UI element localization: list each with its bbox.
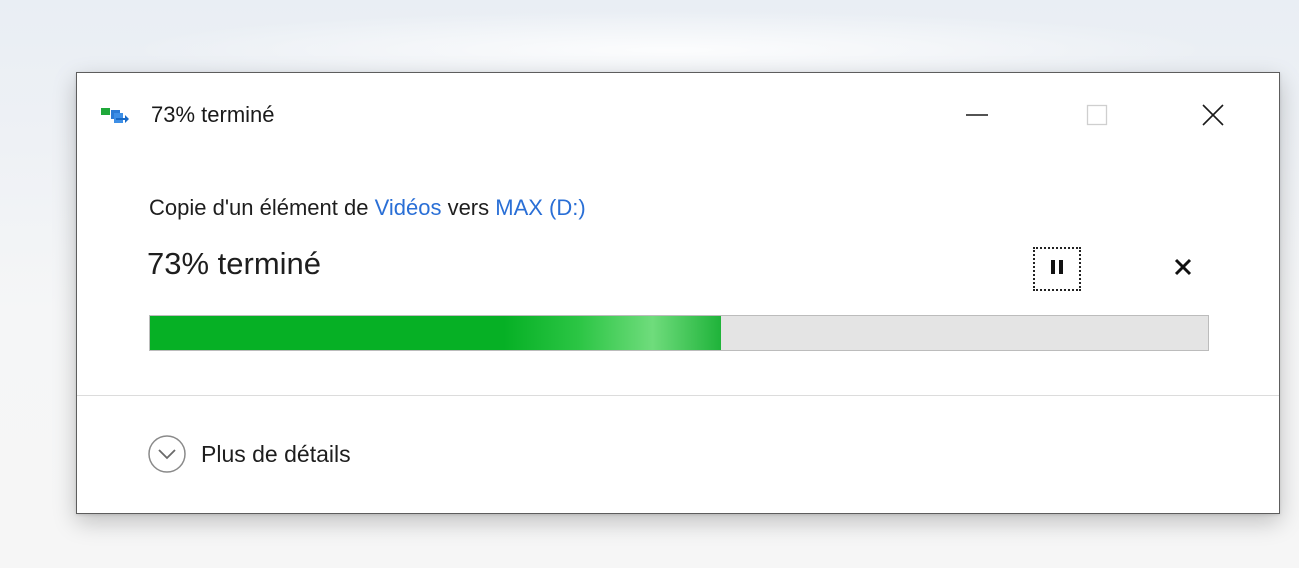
copy-description: Copie d'un élément de Vidéos vers MAX (D… <box>149 193 586 223</box>
maximize-icon <box>1086 104 1108 131</box>
minimize-button[interactable] <box>945 97 1009 137</box>
more-details-label: Plus de détails <box>201 441 351 467</box>
pause-icon <box>1047 257 1067 282</box>
copy-prefix: Copie d'un élément de <box>149 195 375 220</box>
source-link[interactable]: Vidéos <box>375 195 442 220</box>
dialog-content: Copie d'un élément de Vidéos vers MAX (D… <box>77 159 1279 395</box>
copy-middle: vers <box>441 195 496 220</box>
more-details-toggle[interactable]: Plus de détails <box>147 434 351 474</box>
cancel-button[interactable] <box>1163 249 1203 289</box>
minimize-icon <box>965 103 989 132</box>
file-transfer-icon <box>101 105 129 125</box>
cancel-icon <box>1173 257 1193 282</box>
chevron-down-circle-icon <box>147 434 187 474</box>
pause-button[interactable] <box>1033 247 1081 291</box>
destination-link[interactable]: MAX (D:) <box>495 195 585 220</box>
progress-bar-fill <box>150 316 722 350</box>
file-copy-dialog: 73% terminé Copie d'un élément de Vidéos… <box>76 72 1280 514</box>
progress-bar <box>149 315 1209 351</box>
maximize-button <box>1065 97 1129 137</box>
window-title: 73% terminé <box>151 102 275 127</box>
close-button[interactable] <box>1181 97 1245 137</box>
progress-label: 73% terminé <box>147 246 322 281</box>
title-bar[interactable]: 73% terminé <box>77 73 1279 159</box>
dialog-footer: Plus de détails <box>77 396 1279 513</box>
close-icon <box>1201 103 1225 132</box>
